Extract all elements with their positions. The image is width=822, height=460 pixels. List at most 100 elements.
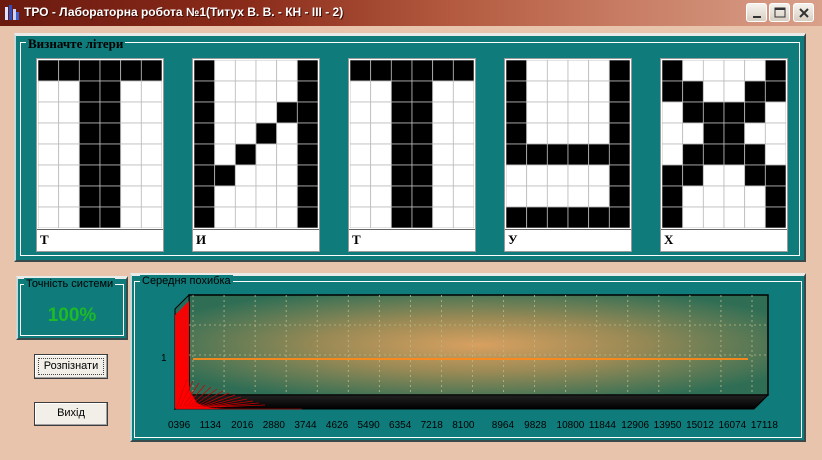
grid-cell[interactable] xyxy=(567,80,590,103)
grid-cell[interactable] xyxy=(764,122,786,145)
grid-cell[interactable] xyxy=(546,60,569,82)
grid-cell[interactable] xyxy=(662,143,684,166)
grid-cell[interactable] xyxy=(390,60,413,82)
grid-cell[interactable] xyxy=(99,80,122,103)
grid-cell[interactable] xyxy=(506,185,528,208)
grid-cell[interactable] xyxy=(255,101,278,124)
grid-cell[interactable] xyxy=(723,164,746,187)
grid-cell[interactable] xyxy=(194,80,216,103)
grid-cell[interactable] xyxy=(702,80,725,103)
grid-cell[interactable] xyxy=(588,164,610,187)
grid-cell[interactable] xyxy=(99,101,122,124)
grid-cell[interactable] xyxy=(764,206,786,228)
grid-cell[interactable] xyxy=(276,80,298,103)
grid-cell[interactable] xyxy=(296,101,318,124)
grid-cell[interactable] xyxy=(99,185,122,208)
grid-cell[interactable] xyxy=(78,80,101,103)
grid-cell[interactable] xyxy=(411,101,434,124)
grid-cell[interactable] xyxy=(702,206,725,228)
grid-cell[interactable] xyxy=(702,164,725,187)
grid-cell[interactable] xyxy=(38,206,60,228)
grid-cell[interactable] xyxy=(567,206,590,228)
grid-cell[interactable] xyxy=(214,206,236,228)
grid-cell[interactable] xyxy=(255,143,278,166)
grid-cell[interactable] xyxy=(58,60,80,82)
grid-cell[interactable] xyxy=(526,122,548,145)
grid-cell[interactable] xyxy=(296,122,318,145)
letter-grid[interactable] xyxy=(662,60,786,228)
grid-cell[interactable] xyxy=(526,143,548,166)
grid-cell[interactable] xyxy=(296,60,318,82)
grid-cell[interactable] xyxy=(506,143,528,166)
grid-cell[interactable] xyxy=(567,143,590,166)
grid-cell[interactable] xyxy=(78,122,101,145)
grid-cell[interactable] xyxy=(662,101,684,124)
grid-cell[interactable] xyxy=(546,185,569,208)
grid-cell[interactable] xyxy=(194,143,216,166)
grid-cell[interactable] xyxy=(506,101,528,124)
grid-cell[interactable] xyxy=(411,143,434,166)
grid-cell[interactable] xyxy=(744,101,766,124)
grid-cell[interactable] xyxy=(140,122,162,145)
grid-cell[interactable] xyxy=(723,101,746,124)
grid-cell[interactable] xyxy=(120,80,142,103)
grid-cell[interactable] xyxy=(214,185,236,208)
grid-cell[interactable] xyxy=(255,80,278,103)
grid-cell[interactable] xyxy=(140,143,162,166)
grid-cell[interactable] xyxy=(194,60,216,82)
grid-cell[interactable] xyxy=(78,60,101,82)
grid-cell[interactable] xyxy=(702,101,725,124)
grid-cell[interactable] xyxy=(120,122,142,145)
grid-cell[interactable] xyxy=(390,80,413,103)
grid-cell[interactable] xyxy=(546,101,569,124)
grid-cell[interactable] xyxy=(452,143,474,166)
grid-cell[interactable] xyxy=(234,185,257,208)
grid-cell[interactable] xyxy=(588,101,610,124)
grid-cell[interactable] xyxy=(723,60,746,82)
grid-cell[interactable] xyxy=(567,185,590,208)
grid-cell[interactable] xyxy=(588,60,610,82)
letter-grid[interactable] xyxy=(350,60,474,228)
grid-cell[interactable] xyxy=(546,206,569,228)
grid-cell[interactable] xyxy=(411,122,434,145)
grid-cell[interactable] xyxy=(276,185,298,208)
grid-cell[interactable] xyxy=(276,143,298,166)
grid-cell[interactable] xyxy=(58,80,80,103)
grid-cell[interactable] xyxy=(723,143,746,166)
grid-cell[interactable] xyxy=(588,143,610,166)
grid-cell[interactable] xyxy=(140,80,162,103)
grid-cell[interactable] xyxy=(58,143,80,166)
grid-cell[interactable] xyxy=(506,206,528,228)
grid-cell[interactable] xyxy=(608,101,630,124)
grid-cell[interactable] xyxy=(608,80,630,103)
grid-cell[interactable] xyxy=(350,80,372,103)
grid-cell[interactable] xyxy=(546,164,569,187)
grid-cell[interactable] xyxy=(588,185,610,208)
grid-cell[interactable] xyxy=(370,185,392,208)
grid-cell[interactable] xyxy=(744,60,766,82)
grid-cell[interactable] xyxy=(588,122,610,145)
grid-cell[interactable] xyxy=(452,164,474,187)
grid-cell[interactable] xyxy=(194,185,216,208)
grid-cell[interactable] xyxy=(608,122,630,145)
grid-cell[interactable] xyxy=(140,101,162,124)
grid-cell[interactable] xyxy=(411,185,434,208)
grid-cell[interactable] xyxy=(682,164,704,187)
grid-cell[interactable] xyxy=(140,185,162,208)
grid-cell[interactable] xyxy=(120,143,142,166)
grid-cell[interactable] xyxy=(764,80,786,103)
grid-cell[interactable] xyxy=(432,122,454,145)
grid-cell[interactable] xyxy=(255,122,278,145)
grid-cell[interactable] xyxy=(350,206,372,228)
grid-cell[interactable] xyxy=(588,206,610,228)
grid-cell[interactable] xyxy=(411,60,434,82)
grid-cell[interactable] xyxy=(526,185,548,208)
grid-cell[interactable] xyxy=(432,60,454,82)
grid-cell[interactable] xyxy=(526,60,548,82)
grid-cell[interactable] xyxy=(99,164,122,187)
grid-cell[interactable] xyxy=(234,101,257,124)
grid-cell[interactable] xyxy=(744,164,766,187)
grid-cell[interactable] xyxy=(682,60,704,82)
exit-button[interactable]: Вихід xyxy=(34,402,108,426)
grid-cell[interactable] xyxy=(120,101,142,124)
